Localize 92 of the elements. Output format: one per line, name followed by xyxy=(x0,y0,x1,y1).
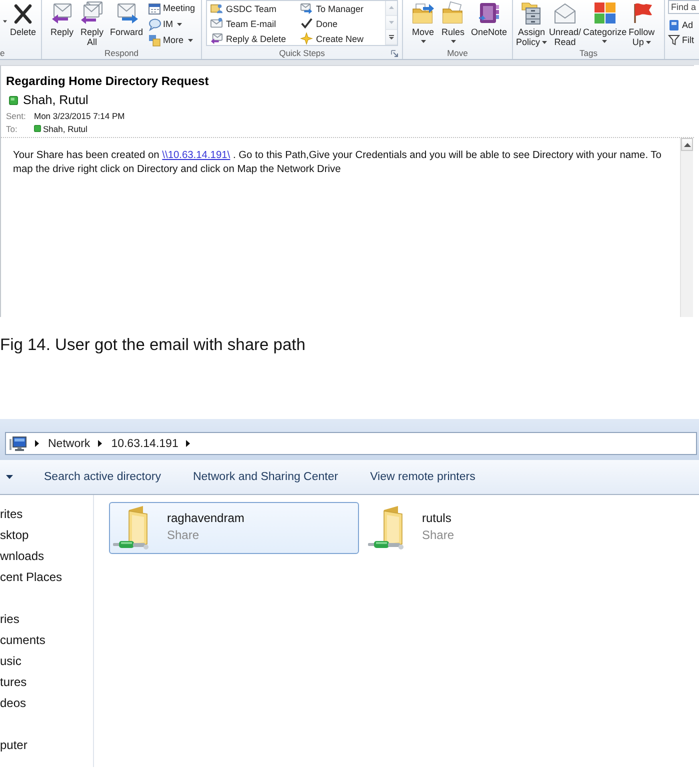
unread-read-button[interactable]: Unread/ Read xyxy=(548,0,582,47)
up-arrow-icon xyxy=(388,5,395,10)
follow-up-button[interactable]: Follow Up xyxy=(628,0,656,47)
address-book-button[interactable]: Ad xyxy=(668,17,694,32)
recipient-name[interactable]: Shah, Rutul xyxy=(43,124,88,134)
sent-date: Mon 3/23/2015 7:14 PM xyxy=(34,110,125,120)
toolbar-button[interactable]: View remote printers xyxy=(356,460,490,494)
quick-step-item[interactable]: Create New xyxy=(297,31,385,46)
breadcrumb-arrow-icon[interactable] xyxy=(186,440,190,447)
group-label: Tags xyxy=(580,47,598,59)
folder-envelope-icon xyxy=(441,1,465,25)
breadcrumb-arrow-icon[interactable] xyxy=(35,440,39,447)
address-book-icon xyxy=(668,18,680,30)
im-button[interactable]: IM xyxy=(146,16,198,32)
message-body: Your Share has been created on \\10.63.14.191\ . Go to this Path,Give your Credentials and you will be able to see Directory with your name. To map the drive right click on Directory and click on Map the Network Drive xyxy=(12,149,662,177)
quick-step-item[interactable]: To Manager xyxy=(297,1,385,16)
more-button[interactable]: More xyxy=(146,32,198,48)
rules-button[interactable]: Rules xyxy=(438,0,468,43)
nav-item[interactable]: puter xyxy=(0,735,28,756)
group-label: e xyxy=(0,47,5,59)
sparkle-icon xyxy=(300,32,313,45)
address-bar[interactable]: Network 10.63.14.191 xyxy=(5,432,697,455)
four-squares-icon xyxy=(592,1,617,25)
nav-item[interactable]: cent Places xyxy=(0,567,62,588)
folder-item[interactable]: rutuls Share xyxy=(364,502,464,554)
scrollbar[interactable] xyxy=(680,138,693,317)
down-arrow-icon xyxy=(388,20,395,25)
calendar-icon xyxy=(148,2,162,14)
toolbar-button[interactable]: Search active directory xyxy=(30,460,175,494)
up-arrow-icon xyxy=(684,142,690,146)
quick-step-item[interactable]: GSDC Team xyxy=(207,1,297,16)
forward-icon xyxy=(114,1,138,25)
quick-step-item[interactable]: Reply & Delete xyxy=(207,31,297,46)
quick-step-item[interactable]: Team E-mail xyxy=(207,16,297,31)
computer-icon xyxy=(9,436,27,452)
nav-item[interactable]: ries xyxy=(0,609,20,630)
field-label: Sent: xyxy=(6,110,27,120)
breadcrumb-item[interactable]: Network xyxy=(48,438,90,450)
folder-type: Share xyxy=(422,527,454,543)
share-path-link[interactable]: \\10.63.14.191\ xyxy=(162,150,230,161)
dialog-launcher-icon[interactable] xyxy=(391,50,398,56)
group-label: Quick Steps xyxy=(279,47,325,59)
caret-icon[interactable] xyxy=(3,20,7,23)
assign-policy-button[interactable]: Assign Policy xyxy=(515,0,548,47)
forward-button[interactable]: Forward xyxy=(107,0,146,37)
filter-button[interactable]: Filt xyxy=(668,32,694,47)
toolbar-button[interactable]: Network and Sharing Center xyxy=(178,460,352,494)
open-envelope-icon xyxy=(553,1,578,25)
envelope-icon xyxy=(210,17,223,30)
nav-item[interactable]: sktop xyxy=(0,525,29,546)
folder-type: Share xyxy=(167,527,200,543)
nav-item[interactable]: cuments xyxy=(0,630,46,651)
check-icon xyxy=(300,17,313,30)
folder-name: raghavendram xyxy=(167,510,244,527)
categorize-button[interactable]: Categorize xyxy=(582,0,628,43)
funnel-icon xyxy=(668,34,680,46)
caret-icon xyxy=(6,475,13,479)
breadcrumb-item[interactable]: 10.63.14.191 xyxy=(111,438,178,450)
folder-arrow-icon xyxy=(411,1,435,25)
sender-name[interactable]: Shah, Rutul xyxy=(23,93,88,107)
gallery-more-button[interactable] xyxy=(386,30,397,46)
presence-icon xyxy=(34,125,41,132)
presence-icon xyxy=(9,96,18,104)
stack-icon xyxy=(148,34,162,46)
folder-item[interactable]: raghavendram Share xyxy=(109,502,359,554)
group-label: Respond xyxy=(104,47,139,59)
scroll-up-button[interactable] xyxy=(681,138,693,151)
nav-item[interactable]: usic xyxy=(0,651,22,672)
move-button[interactable]: Move xyxy=(408,0,438,43)
folder-name: rutuls xyxy=(422,510,452,527)
reply-button[interactable]: Reply xyxy=(47,0,77,37)
reply-icon xyxy=(50,1,74,25)
field-label: To: xyxy=(6,124,18,134)
message-subject: Regarding Home Directory Request xyxy=(6,73,210,89)
onenote-button[interactable]: OneNote xyxy=(468,0,510,37)
nav-item[interactable]: tures xyxy=(0,672,27,693)
figure-caption: Fig 14. User got the email with share path xyxy=(0,335,306,355)
more-arrow-icon xyxy=(388,34,395,40)
reply-all-icon xyxy=(80,1,104,25)
notebook-icon xyxy=(477,1,502,25)
nav-item[interactable]: deos xyxy=(0,693,26,714)
reply-all-button[interactable]: Reply All xyxy=(77,0,107,47)
group-label: Move xyxy=(447,47,468,59)
nav-item[interactable]: rites xyxy=(0,504,23,525)
meeting-button[interactable]: Meeting xyxy=(146,0,198,16)
team-envelope-icon xyxy=(210,2,223,15)
chat-icon xyxy=(148,18,162,30)
nav-item[interactable]: wnloads xyxy=(0,546,44,567)
search-field[interactable]: Find a xyxy=(668,0,699,14)
delete-button[interactable]: Delete xyxy=(7,0,40,37)
breadcrumb-arrow-icon[interactable] xyxy=(98,440,102,447)
quick-step-item[interactable]: Done xyxy=(297,16,385,31)
